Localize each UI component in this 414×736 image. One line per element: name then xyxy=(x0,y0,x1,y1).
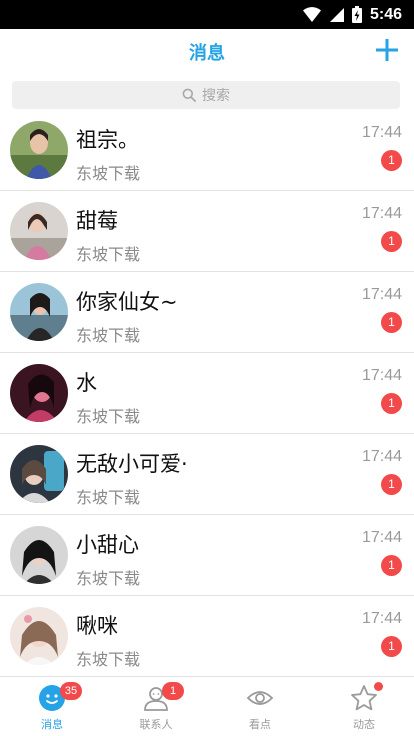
avatar xyxy=(10,364,68,422)
conversation-row[interactable]: 水 东坡下载 17:44 1 xyxy=(0,353,414,434)
unread-badge: 1 xyxy=(381,150,402,171)
add-button[interactable] xyxy=(374,37,400,63)
message-time: 17:44 xyxy=(361,367,402,384)
tab-contacts[interactable]: 1 联系人 xyxy=(104,680,208,736)
conversation-row[interactable]: 无敌小可爱· 东坡下载 17:44 1 xyxy=(0,434,414,515)
page-title: 消息 xyxy=(189,43,225,64)
tab-label: 动态 xyxy=(353,718,375,731)
message-time: 17:44 xyxy=(361,610,402,627)
conversation-row[interactable]: 你家仙女~ 东坡下载 17:44 1 xyxy=(0,272,414,353)
search-placeholder: 搜索 xyxy=(202,88,230,104)
tab-label: 看点 xyxy=(249,718,271,731)
tab-discover[interactable]: 看点 xyxy=(208,680,312,736)
contact-name: 甜莓 xyxy=(76,209,118,233)
bottom-tab-bar: 35 消息 1 联系人 看点 动态 xyxy=(0,680,414,736)
message-preview: 东坡下载 xyxy=(76,245,141,264)
wifi-icon xyxy=(302,6,321,22)
tab-badge: 1 xyxy=(162,682,184,700)
status-bar: 5:46 xyxy=(0,0,414,29)
avatar xyxy=(10,526,68,584)
conversation-row[interactable]: 小甜心 东坡下载 17:44 1 xyxy=(0,515,414,596)
contact-name: 祖宗。 xyxy=(76,128,139,152)
avatar xyxy=(10,202,68,260)
avatar xyxy=(10,283,68,341)
avatar xyxy=(10,445,68,503)
message-preview: 东坡下载 xyxy=(76,326,141,345)
cellular-signal-icon xyxy=(329,7,344,22)
contact-name: 无敌小可爱· xyxy=(76,452,188,476)
tab-label: 联系人 xyxy=(139,718,173,731)
tab-moments[interactable]: 动态 xyxy=(312,680,414,736)
message-preview: 东坡下载 xyxy=(76,407,141,426)
eye-icon xyxy=(246,691,274,705)
tab-label: 消息 xyxy=(41,718,63,731)
message-preview: 东坡下载 xyxy=(76,164,141,183)
avatar xyxy=(10,121,68,179)
tab-messages[interactable]: 35 消息 xyxy=(0,680,104,736)
message-time: 17:44 xyxy=(361,205,402,222)
contact-name: 水 xyxy=(76,371,97,395)
message-time: 17:44 xyxy=(361,448,402,465)
search-icon xyxy=(182,88,196,102)
unread-badge: 1 xyxy=(381,312,402,333)
message-time: 17:44 xyxy=(361,529,402,546)
conversation-row[interactable]: 祖宗。 东坡下载 17:44 1 xyxy=(0,110,414,191)
status-icons: 5:46 xyxy=(302,0,402,29)
search-bar[interactable]: 搜索 xyxy=(12,81,400,109)
message-preview: 东坡下载 xyxy=(76,650,141,669)
plus-icon xyxy=(376,39,398,61)
tab-badge: 35 xyxy=(60,682,82,700)
message-time: 17:44 xyxy=(361,124,402,141)
message-time: 17:44 xyxy=(361,286,402,303)
contact-name: 啾咪 xyxy=(76,614,118,638)
conversation-row[interactable]: 甜莓 东坡下载 17:44 1 xyxy=(0,191,414,272)
status-time: 5:46 xyxy=(369,5,402,23)
unread-badge: 1 xyxy=(381,231,402,252)
app-header: 消息 xyxy=(0,29,414,73)
new-activity-dot xyxy=(374,682,383,691)
message-preview: 东坡下载 xyxy=(76,488,141,507)
unread-badge: 1 xyxy=(381,555,402,576)
unread-badge: 1 xyxy=(381,393,402,414)
unread-badge: 1 xyxy=(381,636,402,657)
unread-badge: 1 xyxy=(381,474,402,495)
conversation-list: 祖宗。 东坡下载 17:44 1 甜莓 东坡下载 17:44 1 你家仙女~ 东… xyxy=(0,110,414,677)
avatar xyxy=(10,607,68,665)
contact-name: 你家仙女~ xyxy=(76,290,178,314)
contact-name: 小甜心 xyxy=(76,533,139,557)
message-preview: 东坡下载 xyxy=(76,569,141,588)
conversation-row[interactable]: 啾咪 东坡下载 17:44 1 xyxy=(0,596,414,677)
battery-charging-icon xyxy=(351,6,362,23)
